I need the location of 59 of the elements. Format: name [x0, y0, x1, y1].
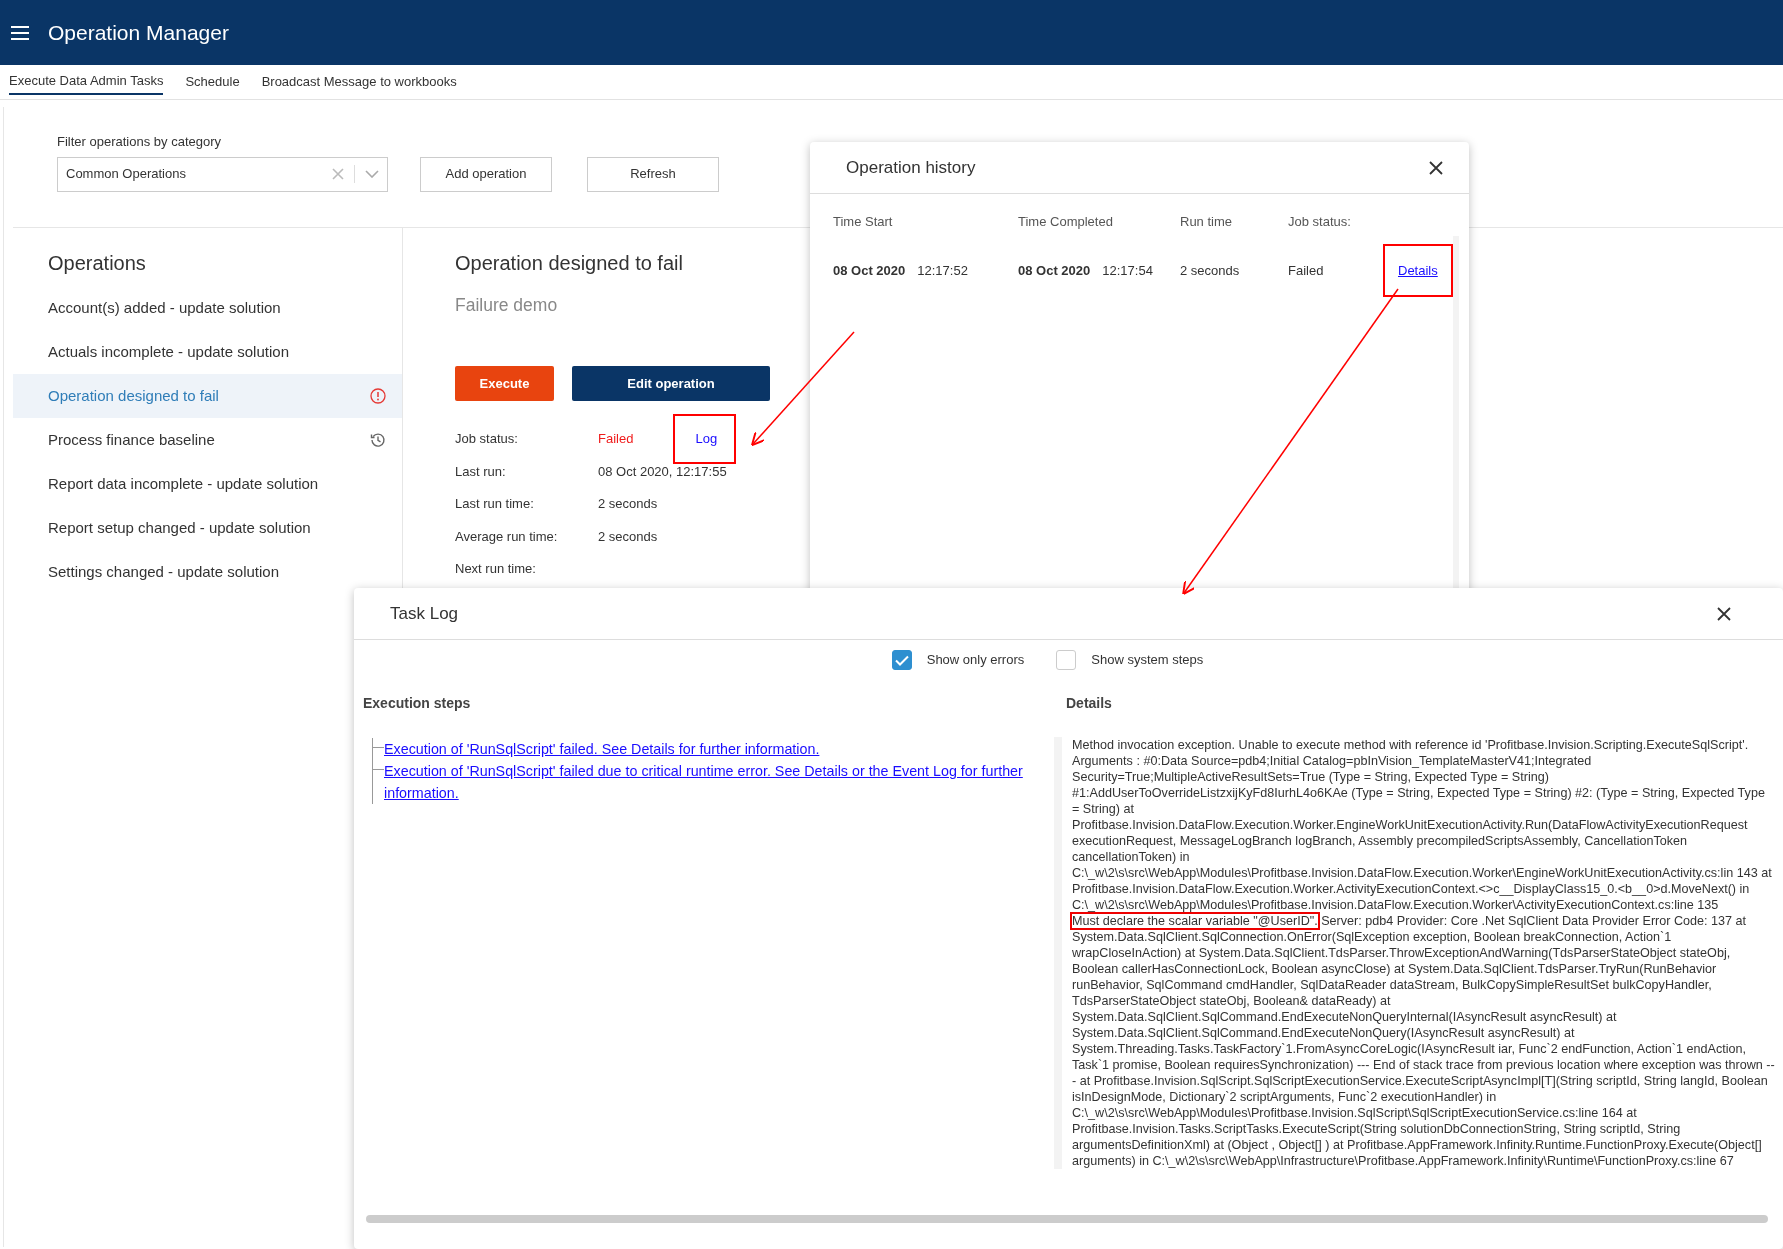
tab[interactable]: Broadcast Message to workbooks: [261, 70, 457, 94]
section-title: Details: [1066, 694, 1113, 713]
operation-item[interactable]: Report data incomplete - update solution: [13, 462, 402, 506]
filter-label: Filter operations by category: [57, 133, 222, 151]
toolbar-button[interactable]: Add operation: [420, 156, 552, 192]
field-value: 2 seconds: [598, 495, 658, 514]
tab[interactable]: Schedule: [185, 70, 240, 94]
table-cell: 12:17:54: [1102, 262, 1153, 278]
toolbar-button[interactable]: Refresh: [587, 156, 719, 192]
log-link[interactable]: Log: [695, 431, 718, 447]
operation-item[interactable]: Actuals incomplete - update solution: [13, 330, 402, 374]
section-title: Execution steps: [363, 694, 472, 713]
tab[interactable]: Execute Data Admin Tasks: [9, 69, 164, 95]
field-label: Last run time:: [455, 495, 535, 514]
app-title: Operation Manager: [48, 19, 229, 46]
field-value: 08 Oct 2020, 12:17:55: [598, 462, 727, 481]
execute-button[interactable]: Execute: [455, 366, 554, 402]
dialog-title: Operation history: [846, 156, 976, 179]
operation-subtitle: Failure demo: [455, 294, 559, 317]
clear-icon[interactable]: [332, 168, 344, 180]
operation-item[interactable]: Settings changed - update solution: [13, 550, 402, 594]
column-header: Time Completed: [1018, 213, 1114, 231]
operation-item[interactable]: Report setup changed - update solution: [13, 506, 402, 550]
details-link[interactable]: Details: [1398, 262, 1438, 278]
error-details: Method invocation exception. Unable to execute method with reference id 'Profitbase.Invision.Scripting.ExecuteSqlScript'. Arguments : #0:Data Source=pdb4;Initial Catalog=pbInVision_TemplateMasterV41;Integrated Security=True;MultipleActiveResultSets=True (Type = String, Expected Type = String) #1:AddUserToOverrideListzxijKyFd8IurhL4o6KAe (Type = String, Expected Type = String) #2: (Type = String, Expected Type = String) at Profitbase.Invision.DataFlow.Execution.Worker.EngineWorkUnitExecutionActivity.Run(DataFlowActivityExecutionRequest executionRequest, MessageLogBranch logBranch, Assembly precompiledScriptsAssembly, CancellationToken cancellationToken) in C:\_w\2\s\src\WebApp\Modules\Profitbase.Invision.DataFlow.Execution.Worker\EngineWorkUnitExecutionActivity.cs:lin 143 at Profitbase.Invision.DataFlow.Execution.Worker.ActivityExecutionContext.<>c__DisplayClass15_0.<b__0>d.MoveNext() in C:\_w\2\s\src\WebApp\Modules\Profitbase.Invision.DataFlow.Execution.Worker\ActivityExecutionContext.cs:line 135 Must declare the scalar variable "@UserID". Server: pdb4 Provider: Core .Net SqlClient Data Provider Error Code: 137 at System.Data.SqlClient.SqlConnection.OnError(SqlException exception, Boolean breakConnection, Action`1 wrapCloseInAction) at System.Data.SqlClient.TdsParser.ThrowExceptionAndWarning(TdsParserStateObject stateObj, Boolean callerHasConnectionLock, Boolean asyncClose) at System.Data.SqlClient.TdsParser.TryRun(RunBehavior runBehavior, SqlCommand cmdHandler, SqlDataReader dataStream, BulkCopySimpleResultSet bulkCopyHandler, TdsParserStateObject stateObj, Boolean& dataReady) at System.Data.SqlClient.SqlCommand.EndExecuteNonQueryInternal(IAsyncResult asyncResult) at System.Data.SqlClient.SqlCommand.EndExecuteNonQuery(IAsyncResult asyncResult) at System.Threading.Tasks.TaskFactory`1.FromAsyncCoreLogic(IAsyncResult iar, Func`2 endFunction, Action`1 endAction, Task`1 promise, Boolean requiresSynchronization) --- End of stack trace from previous location where exception was thrown --- at Profitbase.Invision.SqlScript.SqlScriptExecutionService.ExecuteScriptAsyncImpl[T](String scriptId, String langId, Boolean isInDesignMode, Dictionary`2 scriptArguments, Func`2 executionHandler) in C:\_w\2\s\src\WebApp\Modules\Profitbase.Invision.SqlScript\SqlScriptExecutionService.cs:line 164 at Profitbase.Invision.Tasks.ScriptTasks.ExecuteScript(String solutionDbConnectionString, String scriptId, String argumentsDefinitionXml) at (Object , Object[] ) at Profitbase.AppFramework.Infinity.Runtime.FunctionProxy.Execute(Object[] arguments) in C:\_w\2\s\src\WebApp\Infrastructure\Profitbase.AppFramework.Infinity\Runtime\FunctionProxy.cs:line 67: [1054, 737, 1775, 1169]
table-cell: 08 Oct 2020: [1018, 262, 1091, 278]
table-cell-text: Failed: [1288, 261, 1325, 280]
field-label: Last run:: [455, 462, 507, 481]
menu-icon[interactable]: [10, 24, 30, 41]
step-link[interactable]: Execution of 'RunSqlScript' failed. See Details for further information.: [384, 738, 820, 760]
table-cell: 08 Oct 2020: [833, 262, 906, 278]
table-cell-text: 2 seconds: [1180, 261, 1241, 280]
field-value: 2 seconds: [598, 527, 658, 546]
chevron-down-icon[interactable]: [365, 170, 379, 178]
category-dropdown[interactable]: Common Operations: [57, 156, 388, 192]
checkbox[interactable]: [891, 650, 912, 670]
step-link[interactable]: Execution of 'RunSqlScript' failed due to critical runtime error. See Details or the Event Log for further information.: [384, 760, 1054, 804]
field-label: Average run time:: [455, 527, 559, 546]
column-header: Job status:: [1288, 213, 1352, 231]
field-label: Next run time:: [455, 560, 537, 579]
table-cell: 12:17:52: [917, 262, 968, 278]
edit-button[interactable]: Edit operation: [572, 366, 770, 402]
history-icon: [370, 432, 386, 448]
dialog-title: Task Log: [390, 602, 459, 625]
operation-item[interactable]: Process finance baseline: [13, 418, 402, 462]
checkbox[interactable]: [1056, 650, 1077, 670]
checkbox-label: Show only errors: [926, 651, 1025, 670]
section-title: Operations: [47, 251, 147, 276]
checkbox-label: Show system steps: [1091, 651, 1204, 670]
operation-item[interactable]: Operation designed to fail: [13, 374, 402, 418]
operation-title: Operation designed to fail: [455, 251, 684, 276]
column-header: Run time: [1180, 213, 1234, 231]
field-value: Failed: [598, 430, 634, 449]
scrollbar[interactable]: [366, 1215, 1768, 1223]
error-icon: [370, 388, 386, 404]
operation-item[interactable]: Account(s) added - update solution: [13, 286, 402, 330]
column-header: Time Start: [833, 213, 894, 231]
field-label: Job status:: [455, 430, 519, 449]
dropdown-value: Common Operations: [66, 165, 187, 184]
